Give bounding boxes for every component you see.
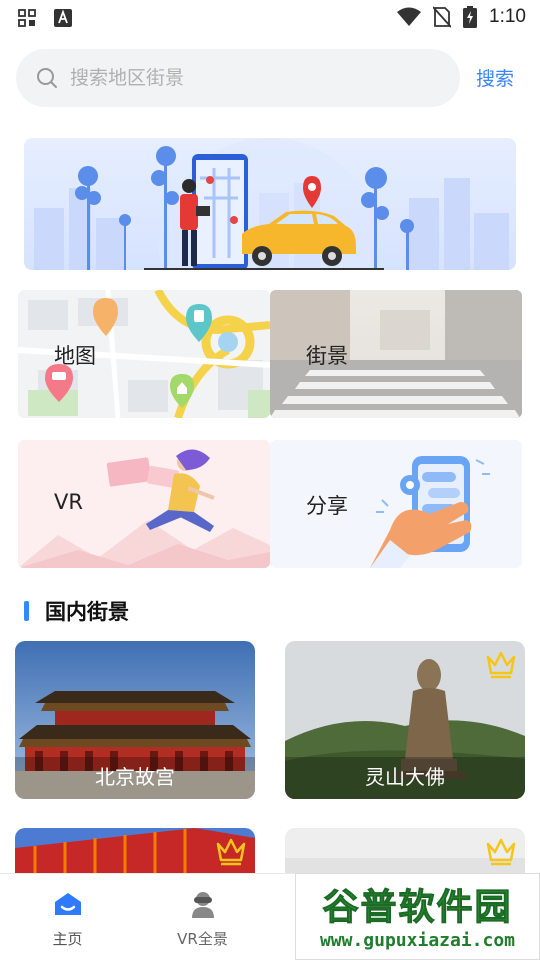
no-sim-icon (433, 6, 452, 28)
section-header: 国内街景 (24, 596, 129, 626)
watermark-title: 谷普软件园 (322, 887, 513, 929)
tile-vr-label: VR (54, 490, 83, 514)
watermark-url: www.gupuxiazai.com (319, 930, 516, 951)
place-card[interactable]: 北京故宫 (15, 641, 255, 799)
tile-share[interactable]: 分享 (270, 440, 522, 568)
apps-grid-icon (18, 9, 36, 27)
tile-map-label: 地图 (54, 344, 96, 368)
section-accent-bar (24, 601, 29, 621)
tile-map[interactable]: 地图 (18, 290, 270, 418)
search-icon (37, 68, 57, 88)
section-title: 国内街景 (45, 600, 129, 624)
home-icon (54, 893, 81, 915)
promo-banner[interactable] (24, 138, 516, 270)
nav-home[interactable]: 主页 (0, 874, 135, 960)
crown-icon (486, 651, 516, 679)
nav-vr-label: VR全景 (177, 930, 228, 948)
crown-icon (216, 838, 246, 866)
vr-headset-icon (191, 892, 214, 918)
search-button[interactable]: 搜索 (476, 64, 514, 91)
battery-charging-icon (463, 6, 478, 28)
tile-street-view-label: 街景 (306, 344, 348, 368)
keyboard-a-icon (54, 9, 72, 27)
nav-home-label: 主页 (52, 930, 83, 948)
crown-icon (486, 838, 516, 866)
place-card-title: 北京故宫 (15, 757, 255, 799)
status-bar: 1:10 (0, 0, 540, 36)
watermark-logo: 谷普软件园 www.gupuxiazai.com (295, 873, 540, 960)
tile-share-label: 分享 (306, 494, 348, 518)
place-card[interactable]: 灵山大佛 (285, 641, 525, 799)
nav-vr[interactable]: VR全景 (135, 874, 270, 960)
place-card-title: 灵山大佛 (285, 757, 525, 799)
tile-street-view[interactable]: 街景 (270, 290, 522, 418)
banner-illustration (34, 138, 509, 270)
wifi-icon (397, 7, 422, 26)
search-bar[interactable] (16, 49, 460, 107)
search-input[interactable] (70, 67, 410, 89)
status-time: 1:10 (489, 6, 526, 27)
tile-vr[interactable]: VR (18, 440, 270, 568)
